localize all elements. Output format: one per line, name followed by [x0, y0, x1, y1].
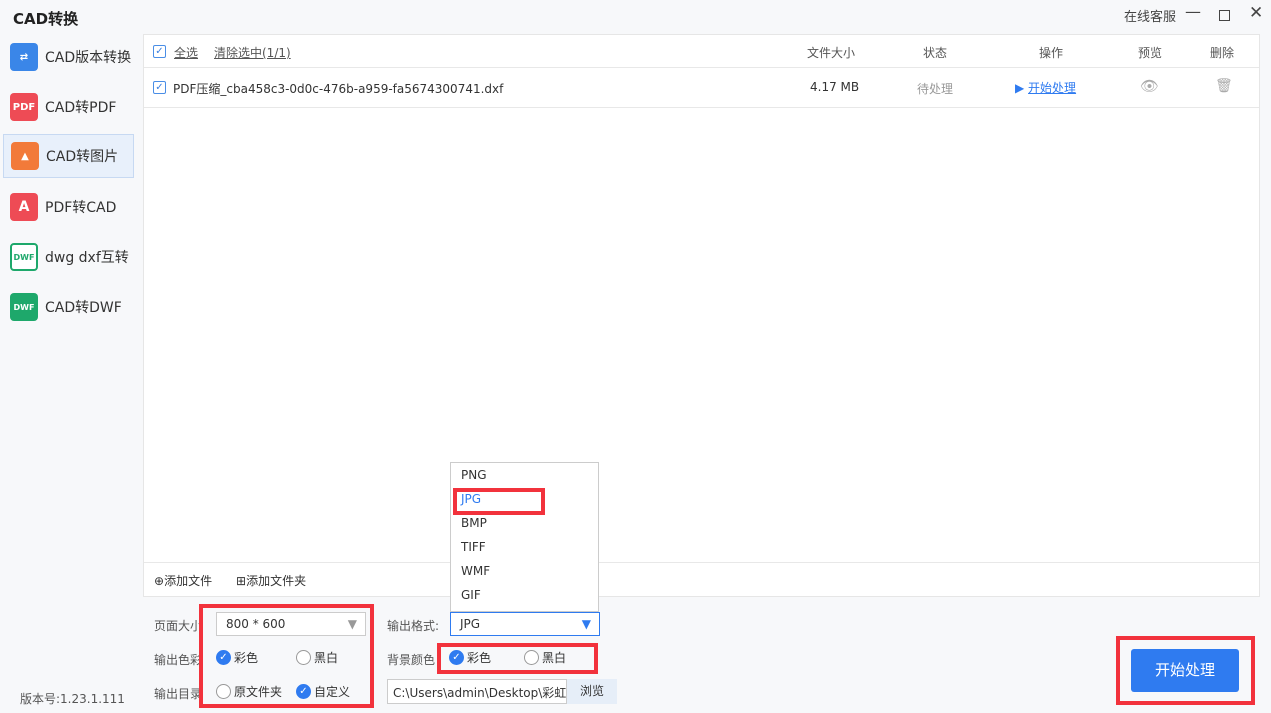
header-delete: 删除	[1210, 46, 1235, 60]
pdf-to-cad-icon: A	[10, 193, 38, 221]
select-all-checkbox[interactable]: ✓	[153, 45, 166, 58]
sidebar-item-dwg-dxf[interactable]: DWF dwg dxf互转	[3, 235, 134, 279]
sidebar-item-label: CAD转PDF	[45, 100, 117, 116]
sidebar-item-label: CAD转图片	[46, 149, 119, 165]
file-status: 待处理	[917, 82, 954, 96]
format-value: JPG	[460, 617, 481, 631]
swap-icon: ⇄	[10, 43, 38, 71]
sidebar-item-cad-image[interactable]: ▲ CAD转图片	[3, 134, 134, 178]
select-all-link[interactable]: 全选	[174, 44, 198, 61]
dwf-convert-icon: DWF	[10, 243, 38, 271]
sidebar-item-label: PDF转CAD	[45, 200, 117, 216]
start-row-button[interactable]: ▶ 开始处理	[1015, 79, 1076, 96]
table-header: ✓ 全选 清除选中(1/1) 文件大小 状态 操作 预览 删除	[144, 35, 1259, 68]
app-title: CAD转换	[13, 10, 79, 28]
format-option-tiff[interactable]: TIFF	[451, 535, 598, 559]
header-preview: 预览	[1138, 46, 1163, 60]
sidebar-item-cad-pdf[interactable]: PDF CAD转PDF	[3, 85, 134, 129]
dwf-icon: DWF	[10, 293, 38, 321]
sidebar-item-label: CAD版本转换	[45, 50, 132, 66]
output-path-input[interactable]: C:\Users\admin\Desktop\彩虹	[387, 679, 567, 704]
trash-icon[interactable]: 🗑	[1215, 78, 1233, 94]
add-file-label: 添加文件	[164, 574, 213, 588]
close-icon[interactable]: ✕	[1249, 3, 1263, 23]
page-size-value: 800 * 600	[226, 617, 286, 631]
format-dropdown: PNG JPG BMP TIFF WMF GIF	[450, 462, 599, 612]
add-folder-button[interactable]: ⊞添加文件夹	[236, 572, 306, 589]
dir-label: 输出目录	[154, 687, 203, 701]
color-option-color[interactable]: ✓ 彩色	[216, 649, 258, 666]
sidebar-item-label: dwg dxf互转	[45, 250, 129, 266]
format-option-wmf[interactable]: WMF	[451, 559, 598, 583]
add-file-button[interactable]: ⊕添加文件	[154, 572, 212, 589]
bg-label: 背景颜色	[387, 653, 436, 667]
bg-option-color[interactable]: ✓ 彩色	[449, 649, 491, 666]
option-label: 原文件夹	[234, 685, 283, 699]
header-status: 状态	[923, 46, 948, 60]
format-option-bmp[interactable]: BMP	[451, 511, 598, 535]
folder-plus-icon: ⊞	[236, 574, 247, 588]
pdf-icon: PDF	[10, 93, 38, 121]
version-label: 版本号:1.23.1.111	[20, 692, 125, 706]
file-name: PDF压缩_cba458c3-0d0c-476b-a959-fa56743007…	[173, 82, 504, 96]
radio-checked-icon: ✓	[449, 650, 464, 665]
maximize-icon[interactable]	[1219, 10, 1230, 21]
page-size-select[interactable]: 800 * 600 ▼	[216, 612, 366, 636]
option-label: 黑白	[314, 651, 339, 665]
dir-option-custom[interactable]: ✓ 自定义	[296, 683, 350, 700]
clear-selection-link[interactable]: 清除选中(1/1)	[214, 44, 291, 61]
sidebar-item-pdf-cad[interactable]: A PDF转CAD	[3, 185, 134, 229]
bg-option-bw[interactable]: 黑白	[524, 649, 566, 666]
option-label: 彩色	[234, 651, 259, 665]
dir-option-original[interactable]: 原文件夹	[216, 683, 282, 700]
plus-circle-icon: ⊕	[154, 574, 165, 588]
format-select[interactable]: JPG ▼	[450, 612, 600, 636]
radio-icon	[524, 650, 539, 665]
minimize-icon[interactable]: —	[1185, 2, 1201, 21]
format-option-png[interactable]: PNG	[451, 463, 598, 487]
color-label: 输出色彩	[154, 653, 203, 667]
browse-button[interactable]: 浏览	[567, 679, 617, 704]
start-row-label: 开始处理	[1028, 81, 1077, 95]
radio-checked-icon: ✓	[296, 684, 311, 699]
header-size: 文件大小	[807, 46, 856, 60]
play-icon: ▶	[1015, 81, 1029, 95]
format-option-gif[interactable]: GIF	[451, 583, 598, 607]
option-label: 黑白	[542, 651, 567, 665]
page-size-label: 页面大小	[154, 619, 203, 633]
option-label: 彩色	[467, 651, 492, 665]
caret-down-icon: ▼	[581, 617, 591, 631]
start-button[interactable]: 开始处理	[1131, 649, 1239, 692]
image-icon: ▲	[11, 142, 39, 170]
format-label: 输出格式:	[387, 619, 440, 633]
format-option-jpg[interactable]: JPG	[451, 487, 598, 511]
radio-icon	[296, 650, 311, 665]
eye-icon[interactable]: 👁	[1140, 77, 1159, 95]
sidebar-item-cad-dwf[interactable]: DWF CAD转DWF	[3, 285, 134, 329]
header-action: 操作	[1039, 46, 1064, 60]
color-option-bw[interactable]: 黑白	[296, 649, 338, 666]
file-list-panel: ✓ 全选 清除选中(1/1) 文件大小 状态 操作 预览 删除 ✓ PDF压缩_…	[143, 34, 1260, 597]
option-label: 自定义	[314, 685, 351, 699]
radio-icon	[216, 684, 231, 699]
sidebar-item-version[interactable]: ⇄ CAD版本转换	[3, 35, 134, 79]
row-checkbox[interactable]: ✓	[153, 81, 166, 94]
file-footer: ⊕添加文件 ⊞添加文件夹	[144, 562, 1259, 597]
table-row: ✓ PDF压缩_cba458c3-0d0c-476b-a959-fa567430…	[144, 68, 1259, 108]
radio-checked-icon: ✓	[216, 650, 231, 665]
file-size: 4.17 MB	[810, 80, 860, 94]
caret-down-icon: ▼	[347, 617, 357, 631]
add-folder-label: 添加文件夹	[246, 574, 307, 588]
online-support-link[interactable]: 在线客服	[1124, 6, 1176, 25]
sidebar-item-label: CAD转DWF	[45, 300, 122, 316]
